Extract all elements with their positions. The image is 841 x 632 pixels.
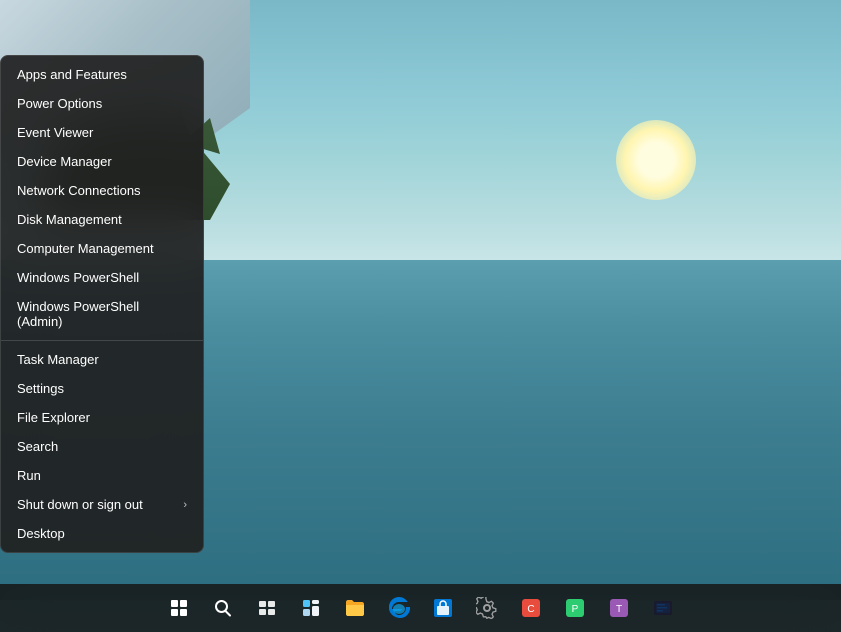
taskbar-app1[interactable]: C — [511, 588, 551, 628]
svg-text:T: T — [615, 604, 621, 615]
menu-item-settings[interactable]: Settings — [1, 374, 203, 403]
context-menu: Apps and Features Power Options Event Vi… — [0, 55, 204, 553]
app4-icon — [652, 597, 674, 619]
widgets-button[interactable] — [291, 588, 331, 628]
submenu-arrow-icon: › — [183, 499, 187, 511]
menu-item-task-manager[interactable]: Task Manager — [1, 345, 203, 374]
menu-item-device-manager[interactable]: Device Manager — [1, 147, 203, 176]
menu-item-windows-powershell-admin[interactable]: Windows PowerShell (Admin) — [1, 292, 203, 336]
microsoft-edge-button[interactable] — [379, 588, 419, 628]
menu-item-event-viewer[interactable]: Event Viewer — [1, 118, 203, 147]
menu-item-desktop[interactable]: Desktop — [1, 519, 203, 548]
file-explorer-icon — [344, 597, 366, 619]
search-icon — [213, 598, 233, 618]
taskbar-app3[interactable]: T — [599, 588, 639, 628]
menu-item-disk-management[interactable]: Disk Management — [1, 205, 203, 234]
task-view-icon — [257, 598, 277, 618]
file-explorer-button[interactable] — [335, 588, 375, 628]
svg-text:P: P — [571, 604, 578, 615]
menu-item-windows-powershell[interactable]: Windows PowerShell — [1, 263, 203, 292]
menu-item-apps-features[interactable]: Apps and Features — [1, 60, 203, 89]
taskbar-icon-group: C P T — [159, 588, 683, 628]
taskbar: C P T — [0, 584, 841, 632]
menu-divider-1 — [1, 340, 203, 341]
svg-text:C: C — [527, 604, 534, 615]
start-button[interactable] — [159, 588, 199, 628]
sun-decoration — [616, 120, 696, 200]
menu-item-computer-management[interactable]: Computer Management — [1, 234, 203, 263]
menu-item-file-explorer[interactable]: File Explorer — [1, 403, 203, 432]
menu-item-power-options[interactable]: Power Options — [1, 89, 203, 118]
taskbar-app4[interactable] — [643, 588, 683, 628]
app2-icon: P — [564, 597, 586, 619]
menu-item-network-connections[interactable]: Network Connections — [1, 176, 203, 205]
widgets-icon — [301, 598, 321, 618]
app1-icon: C — [520, 597, 542, 619]
microsoft-store-button[interactable] — [423, 588, 463, 628]
taskbar-app2[interactable]: P — [555, 588, 595, 628]
menu-item-shutdown-sign-out[interactable]: Shut down or sign out › — [1, 490, 203, 519]
task-view-button[interactable] — [247, 588, 287, 628]
search-button[interactable] — [203, 588, 243, 628]
menu-item-search[interactable]: Search — [1, 432, 203, 461]
windows-logo-icon — [171, 600, 187, 616]
store-icon — [432, 597, 454, 619]
app3-icon: T — [608, 597, 630, 619]
edge-icon — [388, 597, 410, 619]
settings-button[interactable] — [467, 588, 507, 628]
settings-icon — [476, 597, 498, 619]
menu-item-run[interactable]: Run — [1, 461, 203, 490]
